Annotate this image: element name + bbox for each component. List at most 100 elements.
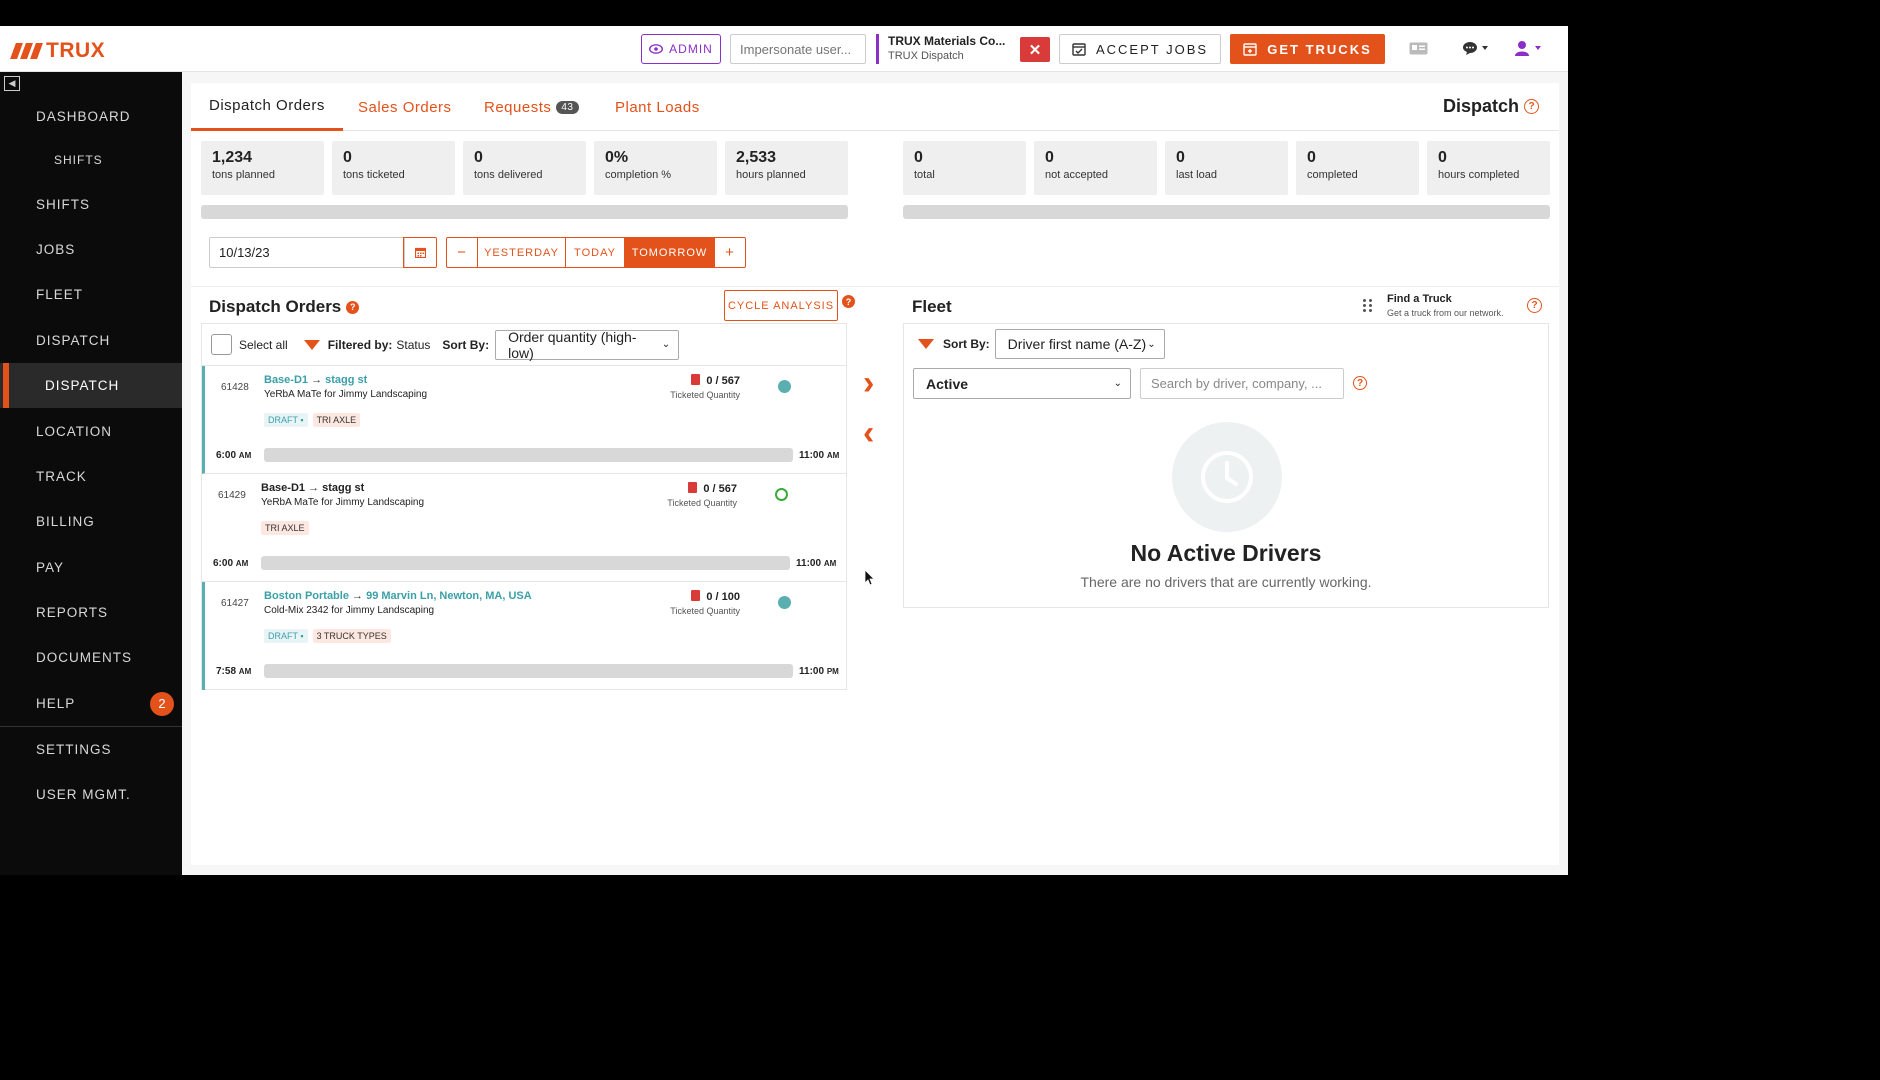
impersonate-input[interactable]: [730, 34, 866, 64]
find-a-truck[interactable]: Find a Truck Get a truck from our network…: [1387, 293, 1504, 318]
sidebar-item-fleet[interactable]: FLEET: [0, 272, 182, 317]
cycle-help-icon[interactable]: ?: [842, 295, 855, 308]
cycle-analysis-button[interactable]: CYCLE ANALYSIS: [724, 290, 838, 321]
tab-requests[interactable]: Requests 43: [484, 83, 579, 131]
order-row[interactable]: 61428 Base-D1 → stagg st YeRbA MaTe for …: [202, 366, 846, 474]
stat-value: 0: [1307, 149, 1316, 166]
stat-label: completed: [1307, 169, 1358, 181]
order-route[interactable]: Base-D1 → stagg st: [264, 374, 367, 386]
admin-button[interactable]: ADMIN: [641, 34, 721, 64]
order-tags: TRI AXLE: [261, 521, 309, 535]
order-description: Cold-Mix 2342 for Jimmy Landscaping: [264, 605, 435, 616]
stat-value: 0: [914, 149, 923, 166]
stat-label: tons planned: [212, 169, 275, 181]
drag-handle-icon[interactable]: [1363, 299, 1373, 312]
tab-dispatch-orders[interactable]: Dispatch Orders: [191, 83, 343, 131]
logo-mark-icon: [10, 43, 43, 59]
help-icon[interactable]: ?: [346, 300, 360, 314]
empty-state-title: No Active Drivers: [1130, 540, 1322, 566]
tag-truck-type: TRI AXLE: [261, 521, 309, 535]
stat-label: last load: [1176, 169, 1217, 181]
sidebar-nav: DASHBOARD SHIFTS SHIFTS JOBS FLEET DISPA…: [0, 94, 182, 817]
next-day-button[interactable]: +: [715, 238, 745, 267]
chevron-down-icon: ⌄: [661, 339, 671, 350]
stat-tons-ticketed: 0 tons ticketed: [332, 141, 455, 195]
sidebar-item-settings[interactable]: SETTINGS: [0, 726, 182, 771]
start-time: 7:58 AM: [216, 666, 251, 677]
qty-label: Ticketed Quantity: [670, 390, 740, 400]
sidebar-item-shifts[interactable]: SHIFTS: [0, 181, 182, 226]
previous-day-button[interactable]: −: [447, 238, 478, 267]
chevron-left-icon[interactable]: ‹: [863, 416, 874, 450]
get-trucks-button[interactable]: GET TRUCKS: [1230, 34, 1385, 64]
sidebar-item-help[interactable]: HELP 2: [0, 681, 182, 726]
start-ampm: AM: [238, 667, 252, 676]
sidebar-item-pay[interactable]: PAY: [0, 545, 182, 590]
order-row[interactable]: 61429 Base-D1 → stagg st YeRbA MaTe for …: [202, 474, 846, 582]
sidebar-item-jobs[interactable]: JOBS: [0, 227, 182, 272]
help-icon[interactable]: ?: [1524, 99, 1539, 114]
clipboard-icon: [691, 374, 701, 385]
tab-label: Requests: [484, 98, 552, 116]
tab-bar: Dispatch Orders Sales Orders Requests 43 …: [191, 83, 1559, 131]
chevron-right-icon[interactable]: ›: [863, 366, 874, 400]
filtered-by-value[interactable]: Status: [396, 338, 430, 352]
filter-icon[interactable]: [303, 339, 320, 350]
sidebar-item-dashboard[interactable]: DASHBOARD: [0, 94, 182, 139]
search-help-icon[interactable]: ?: [1353, 376, 1367, 390]
sidebar-item-label: SHIFTS: [54, 153, 103, 168]
filter-icon[interactable]: [918, 339, 934, 349]
id-card-icon[interactable]: [1409, 42, 1428, 55]
today-button[interactable]: TODAY: [566, 238, 625, 267]
trux-logo[interactable]: TRUX: [10, 39, 105, 63]
fleet-search-input[interactable]: Search by driver, company, ...: [1140, 368, 1344, 399]
orders-sort-select[interactable]: Order quantity (high-low) ⌄: [495, 329, 680, 361]
tomorrow-button[interactable]: TOMORROW: [625, 238, 715, 267]
chat-icon[interactable]: [1462, 41, 1492, 56]
empty-state-subtitle: There are no drivers that are currently …: [1080, 574, 1372, 590]
sidebar: ◀ DASHBOARD SHIFTS SHIFTS JOBS FLEET DIS…: [0, 72, 182, 875]
calendar-button[interactable]: [403, 237, 437, 268]
driver-status-select[interactable]: Active ⌄: [913, 368, 1131, 399]
sidebar-item-track[interactable]: TRACK: [0, 454, 182, 499]
order-row[interactable]: 61427 Boston Portable → 99 Marvin Ln, Ne…: [202, 582, 846, 690]
fleet-sort-select[interactable]: Driver first name (A-Z) ⌄: [994, 329, 1165, 359]
stat-label: not accepted: [1045, 169, 1108, 181]
order-route[interactable]: Boston Portable → 99 Marvin Ln, Newton, …: [264, 590, 532, 602]
start-time: 6:00 AM: [213, 558, 248, 569]
date-input[interactable]: 10/13/23: [209, 237, 405, 268]
accept-jobs-button[interactable]: ACCEPT JOBS: [1059, 34, 1221, 64]
sidebar-item-dispatch-active[interactable]: DISPATCH: [0, 362, 182, 409]
sidebar-item-billing[interactable]: BILLING: [0, 499, 182, 544]
sidebar-item-reports[interactable]: REPORTS: [0, 590, 182, 635]
close-impersonation-button[interactable]: ✕: [1020, 37, 1050, 62]
user-menu-icon[interactable]: [1514, 40, 1546, 56]
fleet-sort-row: Sort By: Driver first name (A-Z) ⌄: [918, 329, 1165, 359]
orders-filter-row: Select all Filtered by: Status Sort By: …: [202, 324, 846, 366]
select-all-label: Select all: [239, 337, 288, 352]
fleet-panel: Sort By: Driver first name (A-Z) ⌄ Active…: [903, 323, 1549, 608]
sidebar-item-user-mgmt[interactable]: USER MGMT.: [0, 771, 182, 816]
sidebar-item-dashboard-shifts[interactable]: SHIFTS: [0, 139, 182, 181]
sidebar-item-label: LOCATION: [36, 423, 113, 439]
get-trucks-label: GET TRUCKS: [1267, 41, 1372, 57]
sidebar-item-label: REPORTS: [36, 605, 109, 621]
order-route[interactable]: Base-D1 → stagg st: [261, 482, 364, 494]
orders-section-title: Dispatch Orders?: [209, 297, 360, 317]
stat-label: hours planned: [736, 169, 806, 181]
main-content: Dispatch Orders Sales Orders Requests 43 …: [191, 83, 1559, 865]
page-title-text: Dispatch: [1442, 96, 1519, 116]
yesterday-button[interactable]: YESTERDAY: [478, 238, 566, 267]
company-sub: TRUX Dispatch: [888, 50, 964, 62]
collapse-sidebar-icon[interactable]: ◀: [4, 76, 20, 91]
tab-plant-loads[interactable]: Plant Loads: [615, 83, 700, 131]
sidebar-item-documents[interactable]: DOCUMENTS: [0, 635, 182, 680]
select-all-checkbox[interactable]: [211, 334, 232, 355]
sidebar-item-dispatch[interactable]: DISPATCH: [0, 318, 182, 363]
tab-sales-orders[interactable]: Sales Orders: [358, 83, 452, 131]
find-truck-help-icon[interactable]: ?: [1527, 298, 1542, 313]
start-time-value: 6:00: [213, 558, 234, 569]
start-time: 6:00 AM: [216, 450, 251, 461]
sidebar-item-location[interactable]: LOCATION: [0, 408, 182, 453]
order-tags: DRAFT ▪ TRI AXLE: [264, 413, 361, 427]
